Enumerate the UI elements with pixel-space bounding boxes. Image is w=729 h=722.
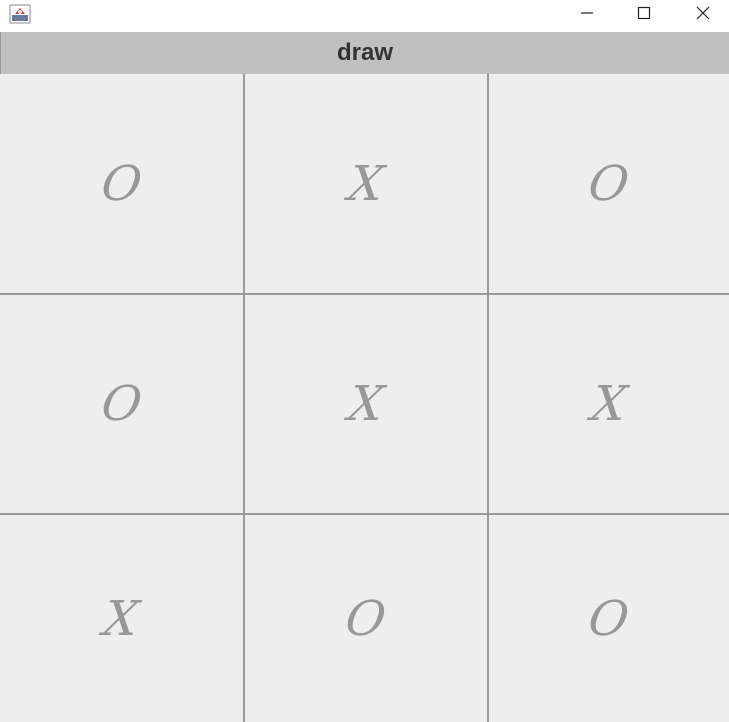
game-status-label: draw <box>0 32 729 74</box>
cell-mark: O <box>97 376 146 432</box>
cell-mark: O <box>97 155 146 212</box>
java-app-icon <box>9 4 31 24</box>
title-bar <box>0 0 729 32</box>
cell-mark: O <box>585 590 633 647</box>
cell-mark: O <box>585 155 633 212</box>
board-cell-r3c1[interactable]: X <box>0 515 245 722</box>
maximize-icon <box>637 6 651 20</box>
minimize-icon <box>581 12 593 14</box>
close-icon <box>696 6 710 20</box>
maximize-button[interactable] <box>615 0 673 26</box>
cell-mark: O <box>342 590 390 647</box>
board-cell-r2c3[interactable]: X <box>489 295 729 515</box>
game-window: draw O X O O X X X O O <box>0 0 729 722</box>
board-cell-r3c3[interactable]: O <box>489 515 729 722</box>
board-cell-r3c2[interactable]: O <box>245 515 489 722</box>
cell-mark: X <box>587 376 631 432</box>
board-cell-r2c2[interactable]: X <box>245 295 489 515</box>
cell-mark: X <box>100 590 143 647</box>
cell-mark: X <box>344 155 388 212</box>
board-cell-r1c1[interactable]: O <box>0 74 245 295</box>
board-cell-r2c1[interactable]: O <box>0 295 245 515</box>
tic-tac-toe-board: O X O O X X X O O <box>0 74 729 722</box>
board-cell-r1c2[interactable]: X <box>245 74 489 295</box>
minimize-button[interactable] <box>558 0 616 26</box>
board-cell-r1c3[interactable]: O <box>489 74 729 295</box>
close-button[interactable] <box>674 0 729 26</box>
cell-mark: X <box>344 376 388 432</box>
